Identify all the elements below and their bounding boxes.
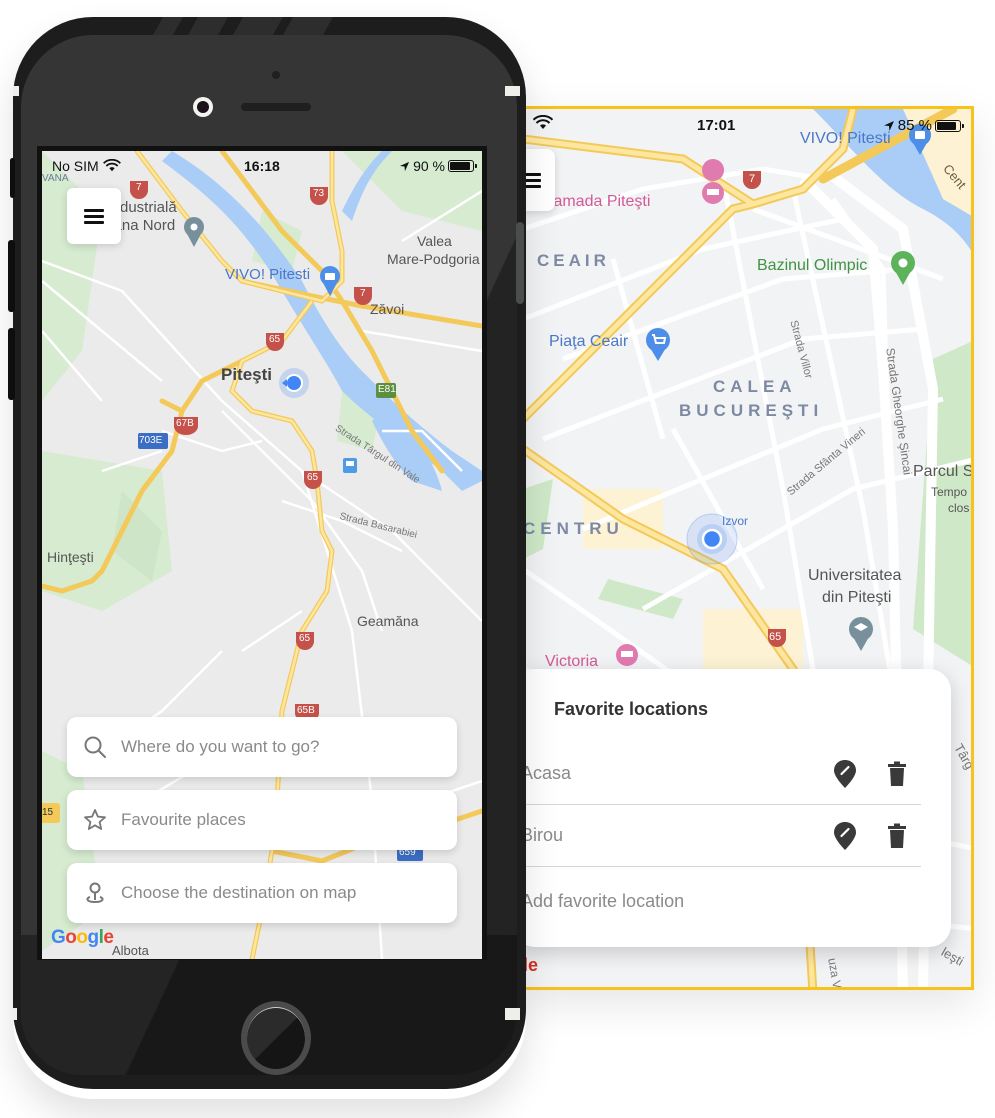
favorite-locations-panel: Favorite locations Acasa Birou Add favor…	[521, 669, 951, 947]
google-logo: Google	[51, 927, 114, 949]
map-label-vivo: VIVO! Pitesti	[225, 266, 311, 283]
map-label-ceair: CEAIR	[537, 251, 610, 270]
battery-icon	[935, 119, 964, 132]
map-view[interactable]: VANA dustrială Gavana Nord VIVO! Pitesti…	[42, 151, 482, 959]
map-label-universitatea: Universitatea	[808, 567, 902, 584]
location-arrow-icon	[399, 161, 410, 171]
power-button	[516, 222, 524, 304]
map-label-industriala: dustrială	[120, 199, 177, 216]
hotel-pin-icon-2	[616, 644, 638, 666]
route-label: 7	[136, 182, 142, 193]
map-label-piata: Piaţa Ceair	[549, 333, 629, 350]
cart-pin-icon	[646, 328, 670, 361]
map-label-izvor: Izvor	[722, 514, 749, 528]
search-destination-button[interactable]: Where do you want to go?	[67, 717, 457, 777]
battery-percent: 85 %	[897, 117, 932, 134]
map-label-zavoi: Zăvoi	[370, 301, 405, 317]
current-location-marker	[279, 368, 309, 398]
route-label: 7	[360, 288, 366, 299]
map-label-geamana: Geamăna	[357, 613, 419, 629]
battery-icon	[448, 160, 477, 172]
train-station-icon	[343, 458, 357, 473]
edit-location-icon[interactable]	[833, 759, 857, 789]
edit-location-icon[interactable]	[833, 821, 857, 851]
google-letter: o	[76, 927, 88, 948]
map-label-clos: clos	[948, 501, 970, 515]
map-label-hintesti: Hinţeşti	[47, 549, 94, 565]
wifi-icon	[102, 159, 121, 172]
mute-switch	[10, 158, 15, 198]
carrier-label: No SIM	[52, 158, 99, 174]
university-pin-icon	[849, 617, 873, 651]
map-label-calea: CALEA	[713, 377, 797, 396]
map-label-parcul: Parcul S	[913, 463, 974, 480]
menu-button[interactable]	[67, 188, 121, 244]
earpiece-speaker	[241, 103, 311, 111]
google-letter: o	[65, 927, 77, 948]
panel-title: Favorite locations	[554, 699, 709, 719]
choose-on-map-button[interactable]: Choose the destination on map	[67, 863, 457, 923]
action-label: Where do you want to go?	[121, 737, 320, 756]
delete-icon[interactable]	[887, 761, 907, 787]
star-icon	[84, 809, 106, 830]
action-label: Choose the destination on map	[121, 883, 357, 902]
route-label: 65	[299, 633, 311, 644]
route-label: 15	[42, 807, 54, 818]
battery-percent: 90 %	[413, 158, 445, 174]
map-label-pitesti: Piteşti	[221, 365, 273, 384]
google-letter: e	[103, 927, 114, 948]
volume-up-button	[8, 240, 15, 312]
map-pin-icon	[86, 882, 104, 904]
phone-screen: VANA dustrială Gavana Nord VIVO! Pitesti…	[37, 146, 487, 960]
status-time: 17:01	[697, 117, 736, 134]
status-bar: No SIM 16:18 90 %	[42, 156, 482, 176]
route-label: 65	[307, 472, 319, 483]
map-label-valea: Valea	[417, 233, 452, 249]
map-label-bazinul: Bazinul Olimpic	[757, 257, 868, 274]
route-label: 703E	[139, 435, 163, 446]
route-label: 65	[269, 334, 281, 345]
map-label-albota: Albota	[112, 943, 149, 958]
route-label: 67B	[176, 418, 194, 429]
favorites-screen: el Ramada Piteşti VIVO! Pitesti Cent CEA…	[520, 106, 974, 990]
location-arrow-icon	[883, 120, 894, 131]
route-label-7: 7	[749, 173, 756, 185]
hamburger-icon	[84, 206, 104, 227]
volume-down-button	[8, 328, 15, 400]
proximity-sensor	[272, 71, 280, 79]
frame-notch	[13, 1008, 17, 1020]
frame-highlight	[153, 17, 333, 35]
frame-notch	[505, 1008, 520, 1020]
route-label: 65B	[297, 705, 315, 716]
map-label-centru: CENTRU	[523, 519, 624, 538]
map-label-bucuresti: BUCUREŞTI	[679, 401, 824, 420]
frame-notch	[13, 86, 19, 96]
route-label-65: 65	[769, 631, 782, 643]
favorite-name: Acasa	[521, 763, 572, 783]
home-button[interactable]	[241, 1001, 311, 1075]
map-label-tempo: Tempo	[931, 485, 968, 499]
google-letter: g	[87, 927, 100, 948]
status-time: 16:18	[244, 158, 280, 174]
frame-notch	[505, 86, 520, 96]
favorite-name: Birou	[521, 825, 564, 845]
add-favorite-location-button[interactable]: Add favorite location	[523, 891, 684, 912]
favourite-places-button[interactable]: Favourite places	[67, 790, 457, 850]
search-icon	[84, 736, 106, 758]
front-camera	[193, 97, 213, 117]
map-label-din-pitesti: din Piteşti	[822, 589, 892, 606]
action-label: Favourite places	[121, 810, 246, 829]
wifi-icon	[533, 115, 553, 129]
route-label: E81	[378, 384, 396, 395]
status-bar: 17:01 85 %	[523, 115, 971, 137]
google-letter: G	[51, 927, 66, 948]
map-label-mare-podgoria: Mare-Podgoria	[387, 251, 480, 267]
route-label: 73	[313, 188, 325, 199]
delete-icon[interactable]	[887, 823, 907, 849]
favorite-item[interactable]: Acasa	[521, 743, 921, 805]
location-pin-icon	[184, 217, 204, 247]
favorite-item[interactable]: Birou	[521, 805, 921, 867]
